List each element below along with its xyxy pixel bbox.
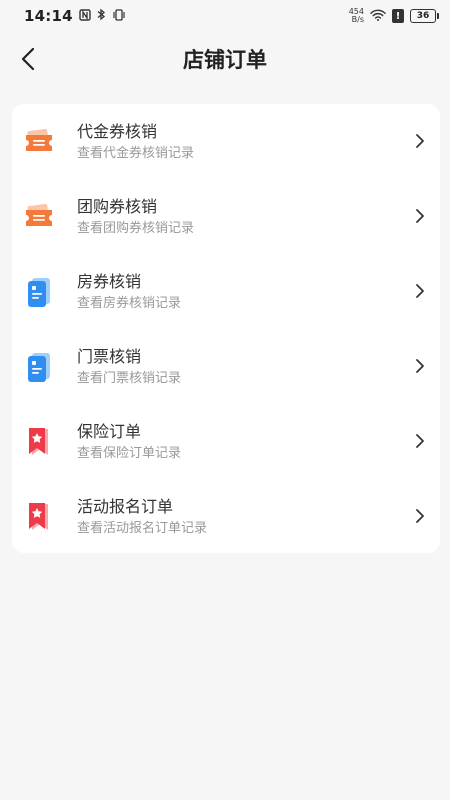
net-speed-unit: B/s xyxy=(351,15,364,24)
chevron-right-icon xyxy=(416,509,424,523)
menu-item-insurance-orders[interactable]: 保险订单 查看保险订单记录 xyxy=(12,404,440,479)
page-title: 店铺订单 xyxy=(183,48,267,72)
menu-item-text: 团购券核销 查看团购券核销记录 xyxy=(77,196,194,238)
menu-item-subtitle: 查看团购券核销记录 xyxy=(77,220,195,236)
star-bookmark-icon xyxy=(24,425,54,459)
menu-item-subtitle: 查看门票核销记录 xyxy=(77,370,182,386)
menu-item-title: 团购券核销 xyxy=(77,196,158,216)
document-icon xyxy=(24,350,54,384)
status-time: 14:14 xyxy=(24,7,73,25)
menu-item-subtitle: 查看活动报名订单记录 xyxy=(77,520,208,536)
menu-item-text: 房券核销 查看房券核销记录 xyxy=(77,271,181,313)
alert-icon: ! xyxy=(392,9,404,23)
status-right: 454 B/s ! 36 xyxy=(349,7,439,25)
menu-item-text: 活动报名订单 查看活动报名订单记录 xyxy=(77,496,207,538)
star-bookmark-icon xyxy=(24,500,54,534)
status-left: 14:14 xyxy=(24,7,126,25)
chevron-right-icon xyxy=(416,284,424,298)
vibrate-icon xyxy=(112,8,126,24)
menu-item-title: 房券核销 xyxy=(77,271,142,291)
menu-item-ticket-verify[interactable]: 门票核销 查看门票核销记录 xyxy=(12,329,440,404)
back-button[interactable] xyxy=(14,44,42,74)
menu-item-text: 保险订单 查看保险订单记录 xyxy=(77,421,181,463)
menu-item-voucher-verify[interactable]: 代金券核销 查看代金券核销记录 xyxy=(12,104,440,179)
menu-item-groupbuy-verify[interactable]: 团购券核销 查看团购券核销记录 xyxy=(12,179,440,254)
menu-item-room-voucher-verify[interactable]: 房券核销 查看房券核销记录 xyxy=(12,254,440,329)
menu-item-subtitle: 查看代金券核销记录 xyxy=(77,145,195,161)
net-speed: 454 B/s xyxy=(349,8,364,24)
app-header: 店铺订单 xyxy=(0,32,450,86)
battery-level: 36 xyxy=(416,11,430,21)
menu-item-title: 活动报名订单 xyxy=(77,496,174,516)
chevron-right-icon xyxy=(416,359,424,373)
nfc-icon xyxy=(79,8,91,24)
chevron-right-icon xyxy=(416,434,424,448)
order-menu-card: 代金券核销 查看代金券核销记录 团购券核销 查看团购券核销记录 房券核销 查看房… xyxy=(12,104,440,553)
menu-item-subtitle: 查看保险订单记录 xyxy=(77,445,182,461)
ticket-icon xyxy=(24,200,54,234)
menu-item-subtitle: 查看房券核销记录 xyxy=(77,295,182,311)
ticket-icon xyxy=(24,125,54,159)
menu-item-title: 保险订单 xyxy=(77,421,142,441)
menu-item-title: 代金券核销 xyxy=(77,121,158,141)
chevron-right-icon xyxy=(416,134,424,148)
back-arrow-icon xyxy=(21,47,35,71)
menu-item-event-registration-orders[interactable]: 活动报名订单 查看活动报名订单记录 xyxy=(12,479,440,554)
menu-item-text: 门票核销 查看门票核销记录 xyxy=(77,346,181,388)
document-icon xyxy=(24,275,54,309)
menu-item-text: 代金券核销 查看代金券核销记录 xyxy=(77,121,194,163)
battery-icon: 36 xyxy=(410,9,439,23)
status-bar: 14:14 454 B/s ! 36 xyxy=(0,0,450,32)
wifi-icon xyxy=(370,7,386,25)
menu-item-title: 门票核销 xyxy=(77,346,142,366)
chevron-right-icon xyxy=(416,209,424,223)
bluetooth-icon xyxy=(97,8,106,24)
